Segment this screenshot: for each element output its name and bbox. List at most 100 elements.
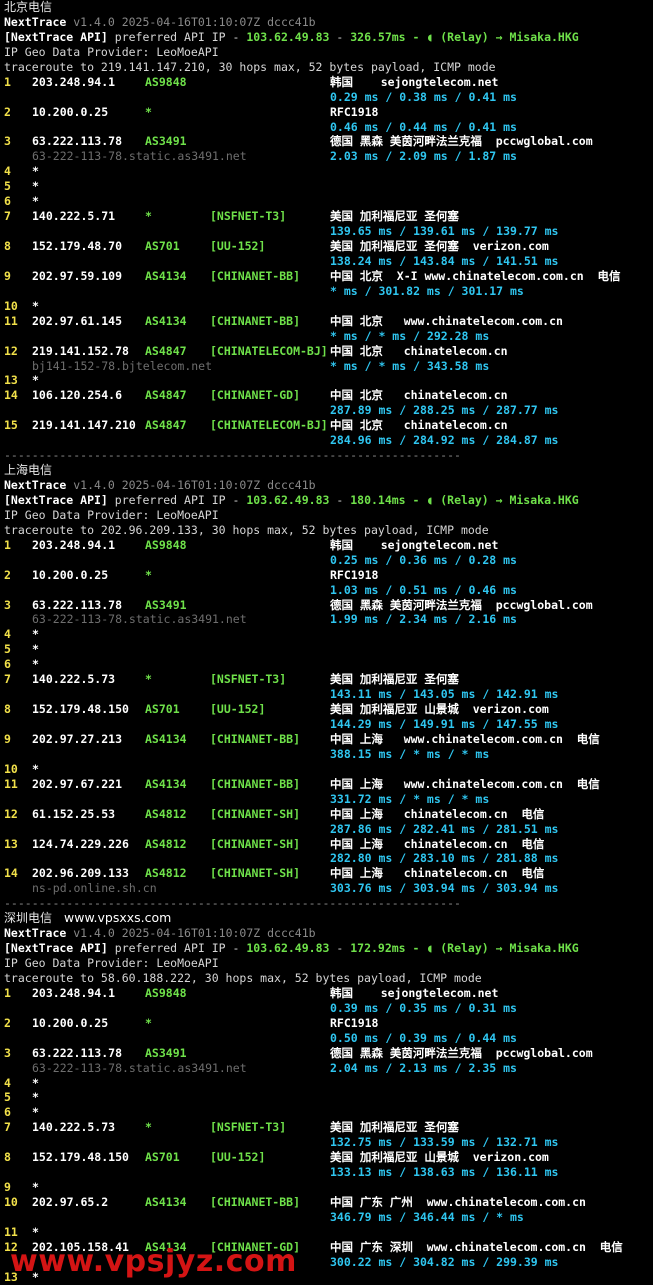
hop-row: 2 10.200.0.25 * RFC1918 [4, 1016, 653, 1031]
api-relay: - ◖ (Relay) → Misaka.HKG [405, 492, 579, 507]
geo-provider: IP Geo Data Provider: LeoMoeAPI [4, 44, 219, 59]
hop-rtt: 0.50 ms / 0.39 ms / 0.44 ms [330, 1030, 517, 1045]
api-sep: - [329, 941, 351, 956]
version-info: v1.4.0 2025-04-16T01:10:07Z dccc41b [73, 926, 316, 941]
hop-rtt: 139.65 ms / 139.61 ms / 139.77 ms [330, 224, 559, 239]
traceroute-command: traceroute to 219.141.147.210, 30 hops m… [4, 59, 496, 74]
hop-row: 11 202.97.61.145 AS4134 [CHINANET-BB] 中国 北京 … [4, 314, 653, 329]
api-latency: 180.14ms [350, 492, 406, 507]
hop-number: 2 [4, 104, 11, 119]
hop-tag: [CHINANET-SH] [210, 836, 301, 851]
api-sep: - [329, 492, 351, 507]
hop-geo: 韩国 sejongtelecom.net [330, 537, 499, 552]
hop-hostname: bj141-152-78.bjtelecom.net [32, 358, 213, 373]
hop-geo: 中国 上海 www.chinatelecom.com.cn 电信 [330, 776, 600, 791]
hop-row: 8 152.179.48.150 AS701 [UU-152] 美国 加利福尼亚 山景城… [4, 1150, 653, 1165]
separator: ----------------------------------------… [4, 448, 461, 463]
hop-detail-row: 0.50 ms / 0.39 ms / 0.44 ms [4, 1031, 653, 1046]
hop-rtt: 133.13 ms / 138.63 ms / 136.11 ms [330, 1165, 559, 1180]
hop-asn: AS4134 [145, 731, 187, 746]
hop-detail-row: 346.79 ms / 346.44 ms / * ms [4, 1210, 653, 1225]
hop-rtt: 132.75 ms / 133.59 ms / 132.71 ms [330, 1135, 559, 1150]
api-text: preferred API IP - [107, 492, 247, 507]
hop-timeout: * [32, 298, 39, 313]
hop-number: 11 [4, 776, 18, 791]
api-tag: [NextTrace API] [4, 941, 108, 956]
hop-detail-row: 132.75 ms / 133.59 ms / 132.71 ms [4, 1135, 653, 1150]
hop-rtt: 143.11 ms / 143.05 ms / 142.91 ms [330, 687, 559, 702]
section-title-line: 深圳电信 www.vpsxxs.com [4, 910, 653, 926]
hop-ip: 219.141.147.210 [32, 418, 136, 433]
hop-ip: 202.97.27.213 [32, 731, 123, 746]
api-ip: 103.62.49.83 [246, 29, 330, 44]
api-line: [NextTrace API] preferred API IP - 103.6… [4, 941, 653, 956]
hop-ip: 106.120.254.6 [32, 388, 123, 403]
hop-row: 8 152.179.48.150 AS701 [UU-152] 美国 加利福尼亚 山景城… [4, 702, 653, 717]
app-name: NextTrace [4, 14, 67, 29]
hop-row: 8 152.179.48.70 AS701 [UU-152] 美国 加利福尼亚 圣何塞 … [4, 239, 653, 254]
hop-detail-row: 63-222-113-78.static.as3491.net 1.99 ms /… [4, 612, 653, 627]
hop-number: 13 [4, 373, 18, 388]
hop-detail-row: 284.96 ms / 284.92 ms / 284.87 ms [4, 433, 653, 448]
hop-timeout: * [32, 373, 39, 388]
hop-asn: AS4134 [145, 268, 187, 283]
hop-detail-row: 1.03 ms / 0.51 ms / 0.46 ms [4, 583, 653, 598]
hop-row: 3 63.222.113.78 AS3491 德国 黑森 美茵河畔法兰克福 pccwg… [4, 598, 653, 613]
hop-row: 13 * [4, 373, 653, 388]
hop-geo: 中国 北京 chinatelecom.cn [330, 418, 508, 433]
hop-timeout: * [32, 164, 39, 179]
hop-detail-row: bj141-152-78.bjtelecom.net * ms / * ms / … [4, 359, 653, 374]
hop-geo: 德国 黑森 美茵河畔法兰克福 pccwglobal.com [330, 134, 593, 149]
hop-number: 7 [4, 672, 11, 687]
hop-number: 2 [4, 567, 11, 582]
hop-geo: 韩国 sejongtelecom.net [330, 74, 499, 89]
hop-rtt: 303.76 ms / 303.94 ms / 303.94 ms [330, 881, 559, 896]
hop-ip: 202.97.67.221 [32, 776, 123, 791]
api-ip: 103.62.49.83 [246, 492, 330, 507]
hop-row: 4 * [4, 164, 653, 179]
hop-row: 14 202.96.209.133 AS4812 [CHINANET-SH] 中国 上海… [4, 866, 653, 881]
hop-timeout: * [32, 761, 39, 776]
hop-number: 12 [4, 806, 18, 821]
hop-geo: 中国 北京 www.chinatelecom.com.cn [330, 313, 563, 328]
hop-detail-row: ns-pd.online.sh.cn 303.76 ms / 303.94 ms … [4, 881, 653, 896]
geo-provider-line: IP Geo Data Provider: LeoMoeAPI [4, 508, 653, 523]
hop-geo: 美国 加利福尼亚 圣何塞 [330, 1120, 459, 1135]
hop-asn: AS4134 [145, 313, 187, 328]
hop-number: 3 [4, 134, 11, 149]
hop-geo: 中国 上海 chinatelecom.cn 电信 [330, 836, 545, 851]
hop-row: 5 * [4, 642, 653, 657]
hop-asn: AS3491 [145, 134, 187, 149]
api-tag: [NextTrace API] [4, 492, 108, 507]
api-line: [NextTrace API] preferred API IP - 103.6… [4, 30, 653, 45]
hop-asn: AS4847 [145, 388, 187, 403]
hop-detail-row: 388.15 ms / * ms / * ms [4, 747, 653, 762]
hop-detail-row: * ms / * ms / 292.28 ms [4, 329, 653, 344]
section-title-line: 北京电信 [4, 0, 653, 15]
hop-number: 11 [4, 1224, 18, 1239]
hop-rtt: 2.04 ms / 2.13 ms / 2.35 ms [330, 1060, 517, 1075]
api-tag: [NextTrace API] [4, 29, 108, 44]
hop-rtt: 0.29 ms / 0.38 ms / 0.41 ms [330, 89, 517, 104]
hop-asn: AS701 [145, 1150, 180, 1165]
hop-rtt: 1.99 ms / 2.34 ms / 2.16 ms [330, 612, 517, 627]
hop-ip: 10.200.0.25 [32, 567, 109, 582]
traceroute-command: traceroute to 202.96.209.133, 30 hops ma… [4, 522, 489, 537]
hop-detail-row: 0.39 ms / 0.35 ms / 0.31 ms [4, 1001, 653, 1016]
hop-ip: 124.74.229.226 [32, 836, 129, 851]
hop-number: 7 [4, 209, 11, 224]
hop-asn: * [145, 104, 152, 119]
hop-number: 5 [4, 1090, 11, 1105]
hop-rtt: 0.46 ms / 0.44 ms / 0.41 ms [330, 119, 517, 134]
hop-row: 7 140.222.5.73 * [NSFNET-T3] 美国 加利福尼亚 圣何塞 [4, 672, 653, 687]
hop-asn: AS4134 [145, 1195, 187, 1209]
hop-number: 11 [4, 313, 18, 328]
hop-tag: [CHINANET-BB] [210, 776, 301, 791]
hop-ip: 63.222.113.78 [32, 134, 123, 149]
hop-geo: 中国 北京 chinatelecom.cn [330, 388, 508, 403]
hop-geo: 韩国 sejongtelecom.net [330, 985, 499, 1000]
hop-detail-row: 138.24 ms / 143.84 ms / 141.51 ms [4, 254, 653, 269]
hop-asn: AS3491 [145, 1045, 187, 1060]
hop-row: 6 * [4, 657, 653, 672]
hop-number: 13 [4, 836, 18, 851]
